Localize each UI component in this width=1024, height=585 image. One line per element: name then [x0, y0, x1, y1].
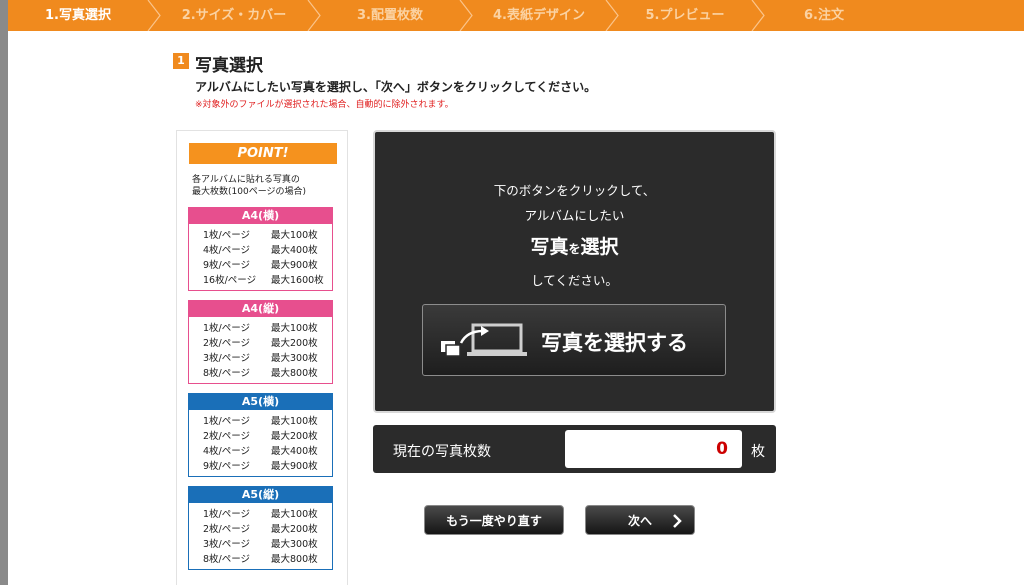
size-box-a4-landscape: A4(横) 1枚/ページ 最大100枚 4枚/ページ 最大400枚 9枚/ページ 最大…	[188, 207, 333, 291]
step-3: 3.配置枚数	[357, 8, 423, 23]
instruction-text: アルバムにしたい写真を選択し、「次へ」ボタンをクリックしてください。	[195, 80, 597, 94]
step-6: 6.注文	[804, 8, 844, 23]
step-progress-bar: 1.写真選択 2.サイズ・カバー 3.配置枚数 4.表紙デザイン 5.プレビュー…	[8, 0, 1024, 31]
next-button[interactable]: 次へ	[585, 505, 695, 535]
size-row: 3枚/ページ 最大300枚	[203, 539, 318, 550]
size-row: 2枚/ページ 最大200枚	[203, 524, 318, 535]
redo-button[interactable]: もう一度やり直す	[424, 505, 564, 535]
chevron-right-icon	[672, 506, 682, 547]
step-2: 2.サイズ・カバー	[181, 8, 287, 23]
size-box-title: A4(縦)	[189, 301, 332, 317]
panel-text-line2: アルバムにしたい	[524, 208, 625, 223]
size-row: 9枚/ページ 最大900枚	[203, 461, 318, 472]
page: 1.写真選択 2.サイズ・カバー 3.配置枚数 4.表紙デザイン 5.プレビュー…	[8, 0, 1024, 585]
next-label: 次へ	[627, 514, 652, 528]
size-row: 8枚/ページ 最大800枚	[203, 554, 318, 565]
step-1: 1.写真選択	[45, 8, 111, 23]
size-row: 2枚/ページ 最大200枚	[203, 338, 318, 349]
step-5: 5.プレビュー	[645, 8, 725, 23]
size-row: 4枚/ページ 最大400枚	[203, 245, 318, 256]
panel-text-emphasis: 写真を選択	[530, 236, 619, 258]
size-row: 1枚/ページ 最大100枚	[203, 509, 318, 520]
point-heading: POINT!	[189, 143, 337, 164]
section-number: 1	[173, 53, 189, 69]
photo-upload-icon	[437, 321, 529, 365]
point-desc-line2: 最大枚数(100ページの場合)	[192, 187, 307, 197]
size-box-title: A4(横)	[189, 208, 332, 224]
size-row: 8枚/ページ 最大800枚	[203, 368, 318, 379]
size-box-a5-landscape: A5(横) 1枚/ページ 最大100枚 2枚/ページ 最大200枚 4枚/ページ 最大…	[188, 393, 333, 477]
size-row: 4枚/ページ 最大400枚	[203, 446, 318, 457]
size-row: 1枚/ページ 最大100枚	[203, 416, 318, 427]
step-4: 4.表紙デザイン	[493, 8, 585, 23]
size-row: 3枚/ページ 最大300枚	[203, 353, 318, 364]
point-desc-line1: 各アルバムに貼れる写真の	[192, 175, 300, 185]
select-photos-label: 写真を選択する	[541, 331, 688, 355]
photo-count-field: 0	[565, 430, 742, 468]
size-row: 1枚/ページ 最大100枚	[203, 230, 318, 241]
size-row: 1枚/ページ 最大100枚	[203, 323, 318, 334]
page-title: 写真選択	[195, 56, 263, 76]
size-box-a4-portrait: A4(縦) 1枚/ページ 最大100枚 2枚/ページ 最大200枚 3枚/ページ 最大…	[188, 300, 333, 384]
photo-count-unit: 枚	[751, 444, 765, 460]
exclusion-note: ※対象外のファイルが選択された場合、自動的に除外されます。	[195, 100, 454, 110]
point-panel: POINT! 各アルバムに貼れる写真の 最大枚数(100ページの場合) A4(横…	[176, 130, 348, 585]
photo-count-bar: 現在の写真枚数 0 枚	[373, 425, 776, 473]
select-photos-button[interactable]: 写真を選択する	[422, 304, 726, 376]
photo-select-panel: 下のボタンをクリックして、 アルバムにしたい 写真を選択 してください。 写真を…	[373, 130, 776, 413]
point-description: 各アルバムに貼れる写真の 最大枚数(100ページの場合)	[192, 174, 340, 198]
size-row: 16枚/ページ 最大1600枚	[203, 275, 324, 286]
size-row: 9枚/ページ 最大900枚	[203, 260, 318, 271]
panel-text-line4: してください。	[531, 273, 618, 288]
photo-count-label: 現在の写真枚数	[393, 444, 491, 460]
size-row: 2枚/ページ 最大200枚	[203, 431, 318, 442]
photo-count-value: 0	[716, 439, 728, 459]
panel-text-line1: 下のボタンをクリックして、	[493, 183, 656, 198]
size-box-title: A5(縦)	[189, 487, 332, 503]
size-box-a5-portrait: A5(縦) 1枚/ページ 最大100枚 2枚/ページ 最大200枚 3枚/ページ 最大…	[188, 486, 333, 570]
size-box-title: A5(横)	[189, 394, 332, 410]
